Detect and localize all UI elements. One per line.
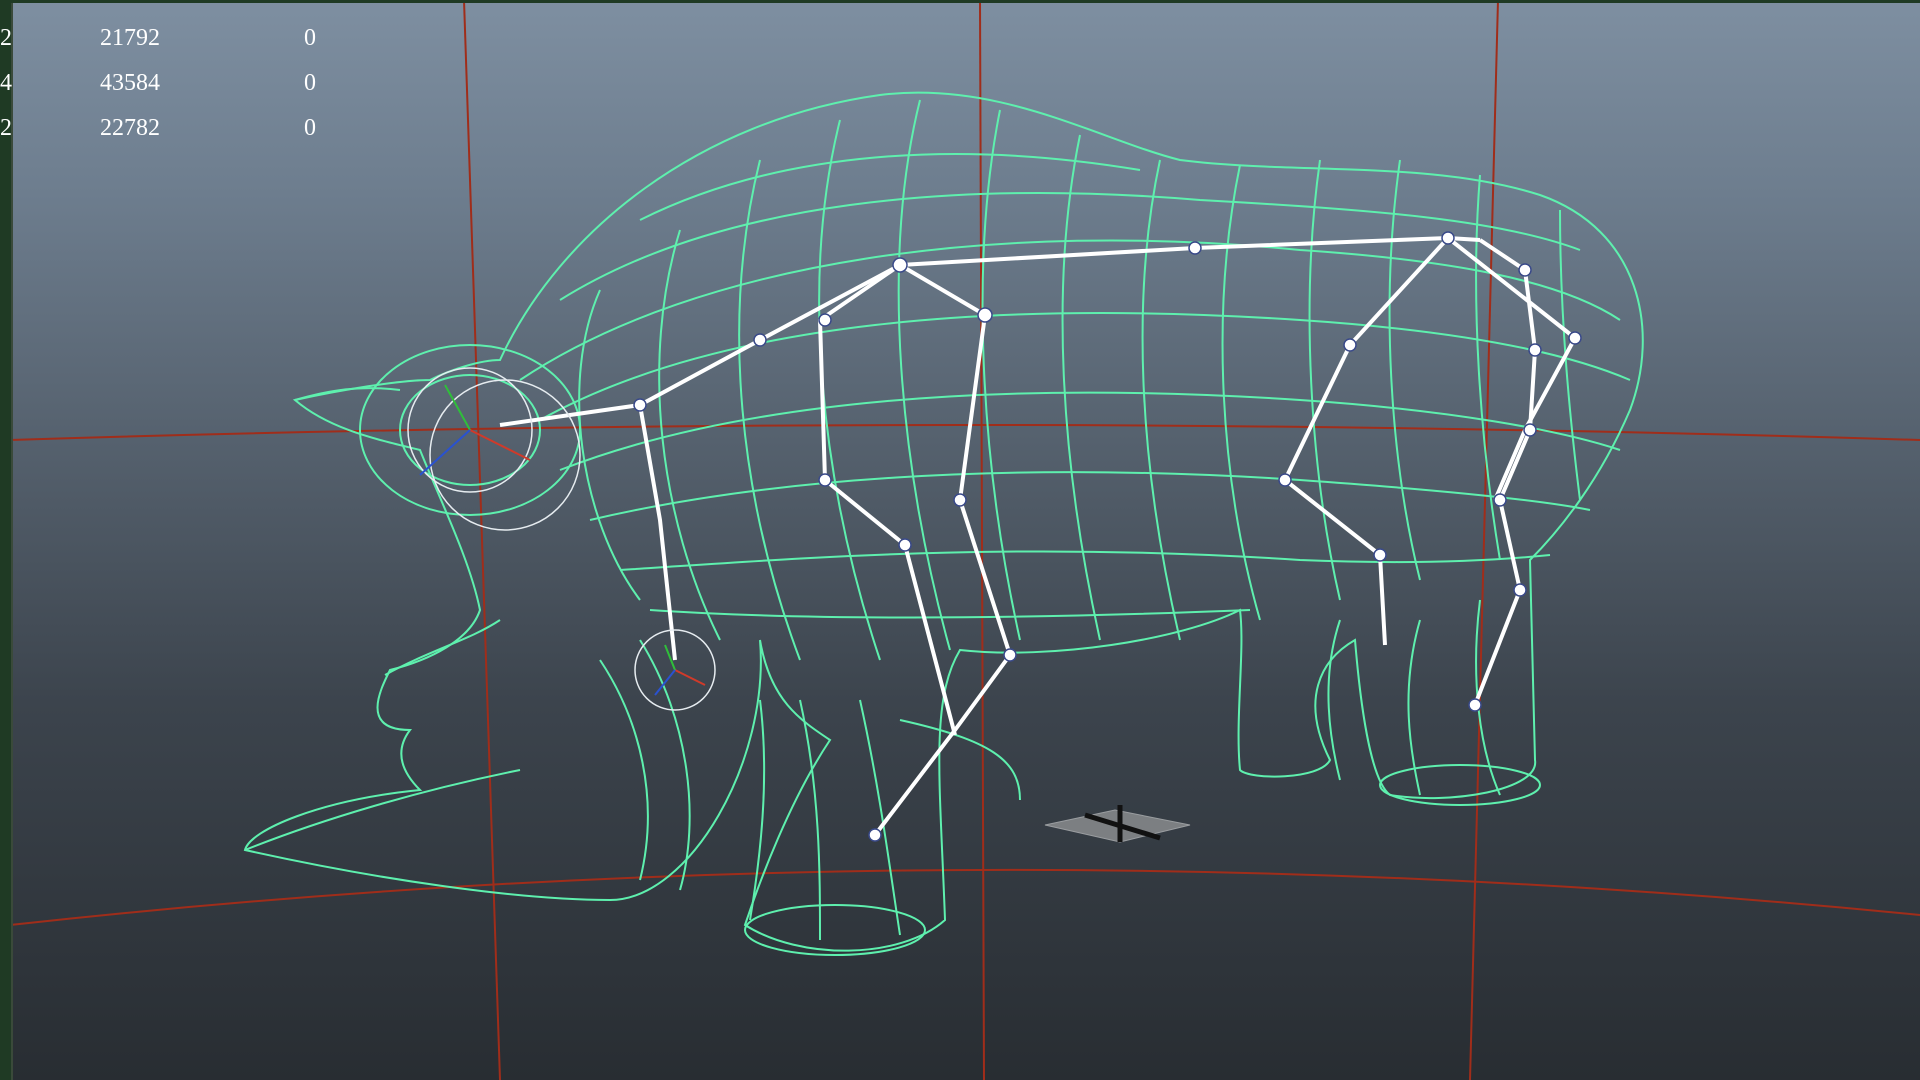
joint (892, 257, 908, 273)
hud-value: 0 (304, 70, 316, 96)
mesh-ring (658, 229, 721, 641)
mesh-leg (859, 699, 901, 936)
mesh-contour (559, 391, 1621, 471)
mesh-contour (519, 239, 1621, 381)
joint (1518, 263, 1532, 277)
mesh-jaw (639, 639, 691, 891)
hud-value: 22782 (100, 115, 160, 141)
mesh-ring (738, 159, 801, 661)
axis-y (444, 384, 471, 431)
mesh-foot (1379, 764, 1541, 806)
mesh-contour (649, 609, 1251, 619)
viewport-panel[interactable]: 92 21792 0 84 43584 0 82 22782 0 (0, 0, 1920, 1080)
joint (818, 473, 832, 487)
mesh-leg (799, 699, 821, 941)
axis-z (419, 429, 471, 476)
mesh-contour (559, 192, 1581, 301)
joint (1528, 343, 1542, 357)
joint (1523, 423, 1537, 437)
joint (1003, 648, 1017, 662)
mesh-ring (1388, 159, 1421, 581)
hud-value: 21792 (100, 25, 160, 51)
mesh-ring (578, 289, 641, 601)
hud-value: 82 (0, 115, 12, 141)
hud-value: 0 (304, 115, 316, 141)
joint (1441, 231, 1455, 245)
mesh-horn (244, 769, 521, 851)
joint (753, 333, 767, 347)
bone-front-leg (818, 263, 957, 736)
joint (1568, 331, 1582, 345)
joint (977, 307, 993, 323)
perspective-grid (9, 0, 1920, 1080)
mesh-ring (1221, 164, 1261, 621)
mesh-ring (981, 109, 1021, 641)
joint (1493, 493, 1507, 507)
joint (633, 398, 647, 412)
joint (818, 313, 832, 327)
grid-line (979, 0, 985, 1080)
viewport-top-border (0, 0, 1920, 3)
hud-value: 43584 (100, 70, 160, 96)
hud-value: 92 (0, 25, 12, 51)
scene-canvas[interactable] (0, 0, 1920, 1080)
mesh-horn (294, 387, 401, 401)
grid-line (9, 424, 1920, 441)
mesh-contour (589, 471, 1591, 521)
hud-value: 0 (304, 25, 316, 51)
mesh-jaw (599, 659, 649, 881)
viewport-left-border (0, 0, 13, 1080)
mesh-ring (818, 119, 881, 661)
joint (1373, 548, 1387, 562)
mesh-outline (243, 91, 1644, 952)
grid-line (1469, 0, 1499, 1080)
grid-line (9, 868, 1920, 926)
joint (1278, 473, 1292, 487)
head-joint-locator[interactable] (407, 367, 716, 711)
mesh-horn (384, 619, 501, 676)
mesh-ring (897, 99, 951, 651)
hud-value: 84 (0, 70, 12, 96)
mesh-contour (639, 153, 1141, 221)
mesh-ring (1141, 159, 1181, 641)
joint (1468, 698, 1482, 712)
mesh-ring (1559, 209, 1581, 501)
mesh-leg (1327, 619, 1341, 781)
joint (898, 538, 912, 552)
mesh-leg (899, 719, 1021, 801)
grid-line (463, 0, 501, 1080)
joint (1343, 338, 1357, 352)
joint-markers[interactable] (633, 231, 1582, 842)
joint (868, 828, 882, 842)
joint (953, 493, 967, 507)
rhino-wireframe-mesh[interactable] (243, 91, 1644, 956)
mesh-contour (539, 312, 1631, 421)
mesh-ring (1061, 134, 1101, 641)
locator-ring (429, 379, 581, 531)
bone-spine (499, 236, 1481, 427)
mesh-ring (1308, 159, 1341, 601)
axis-x (674, 669, 706, 686)
joint (1188, 241, 1202, 255)
mesh-foot (744, 904, 926, 956)
bone-neck (638, 404, 677, 661)
manipulator-icon[interactable] (1044, 805, 1191, 843)
joint (1513, 583, 1527, 597)
